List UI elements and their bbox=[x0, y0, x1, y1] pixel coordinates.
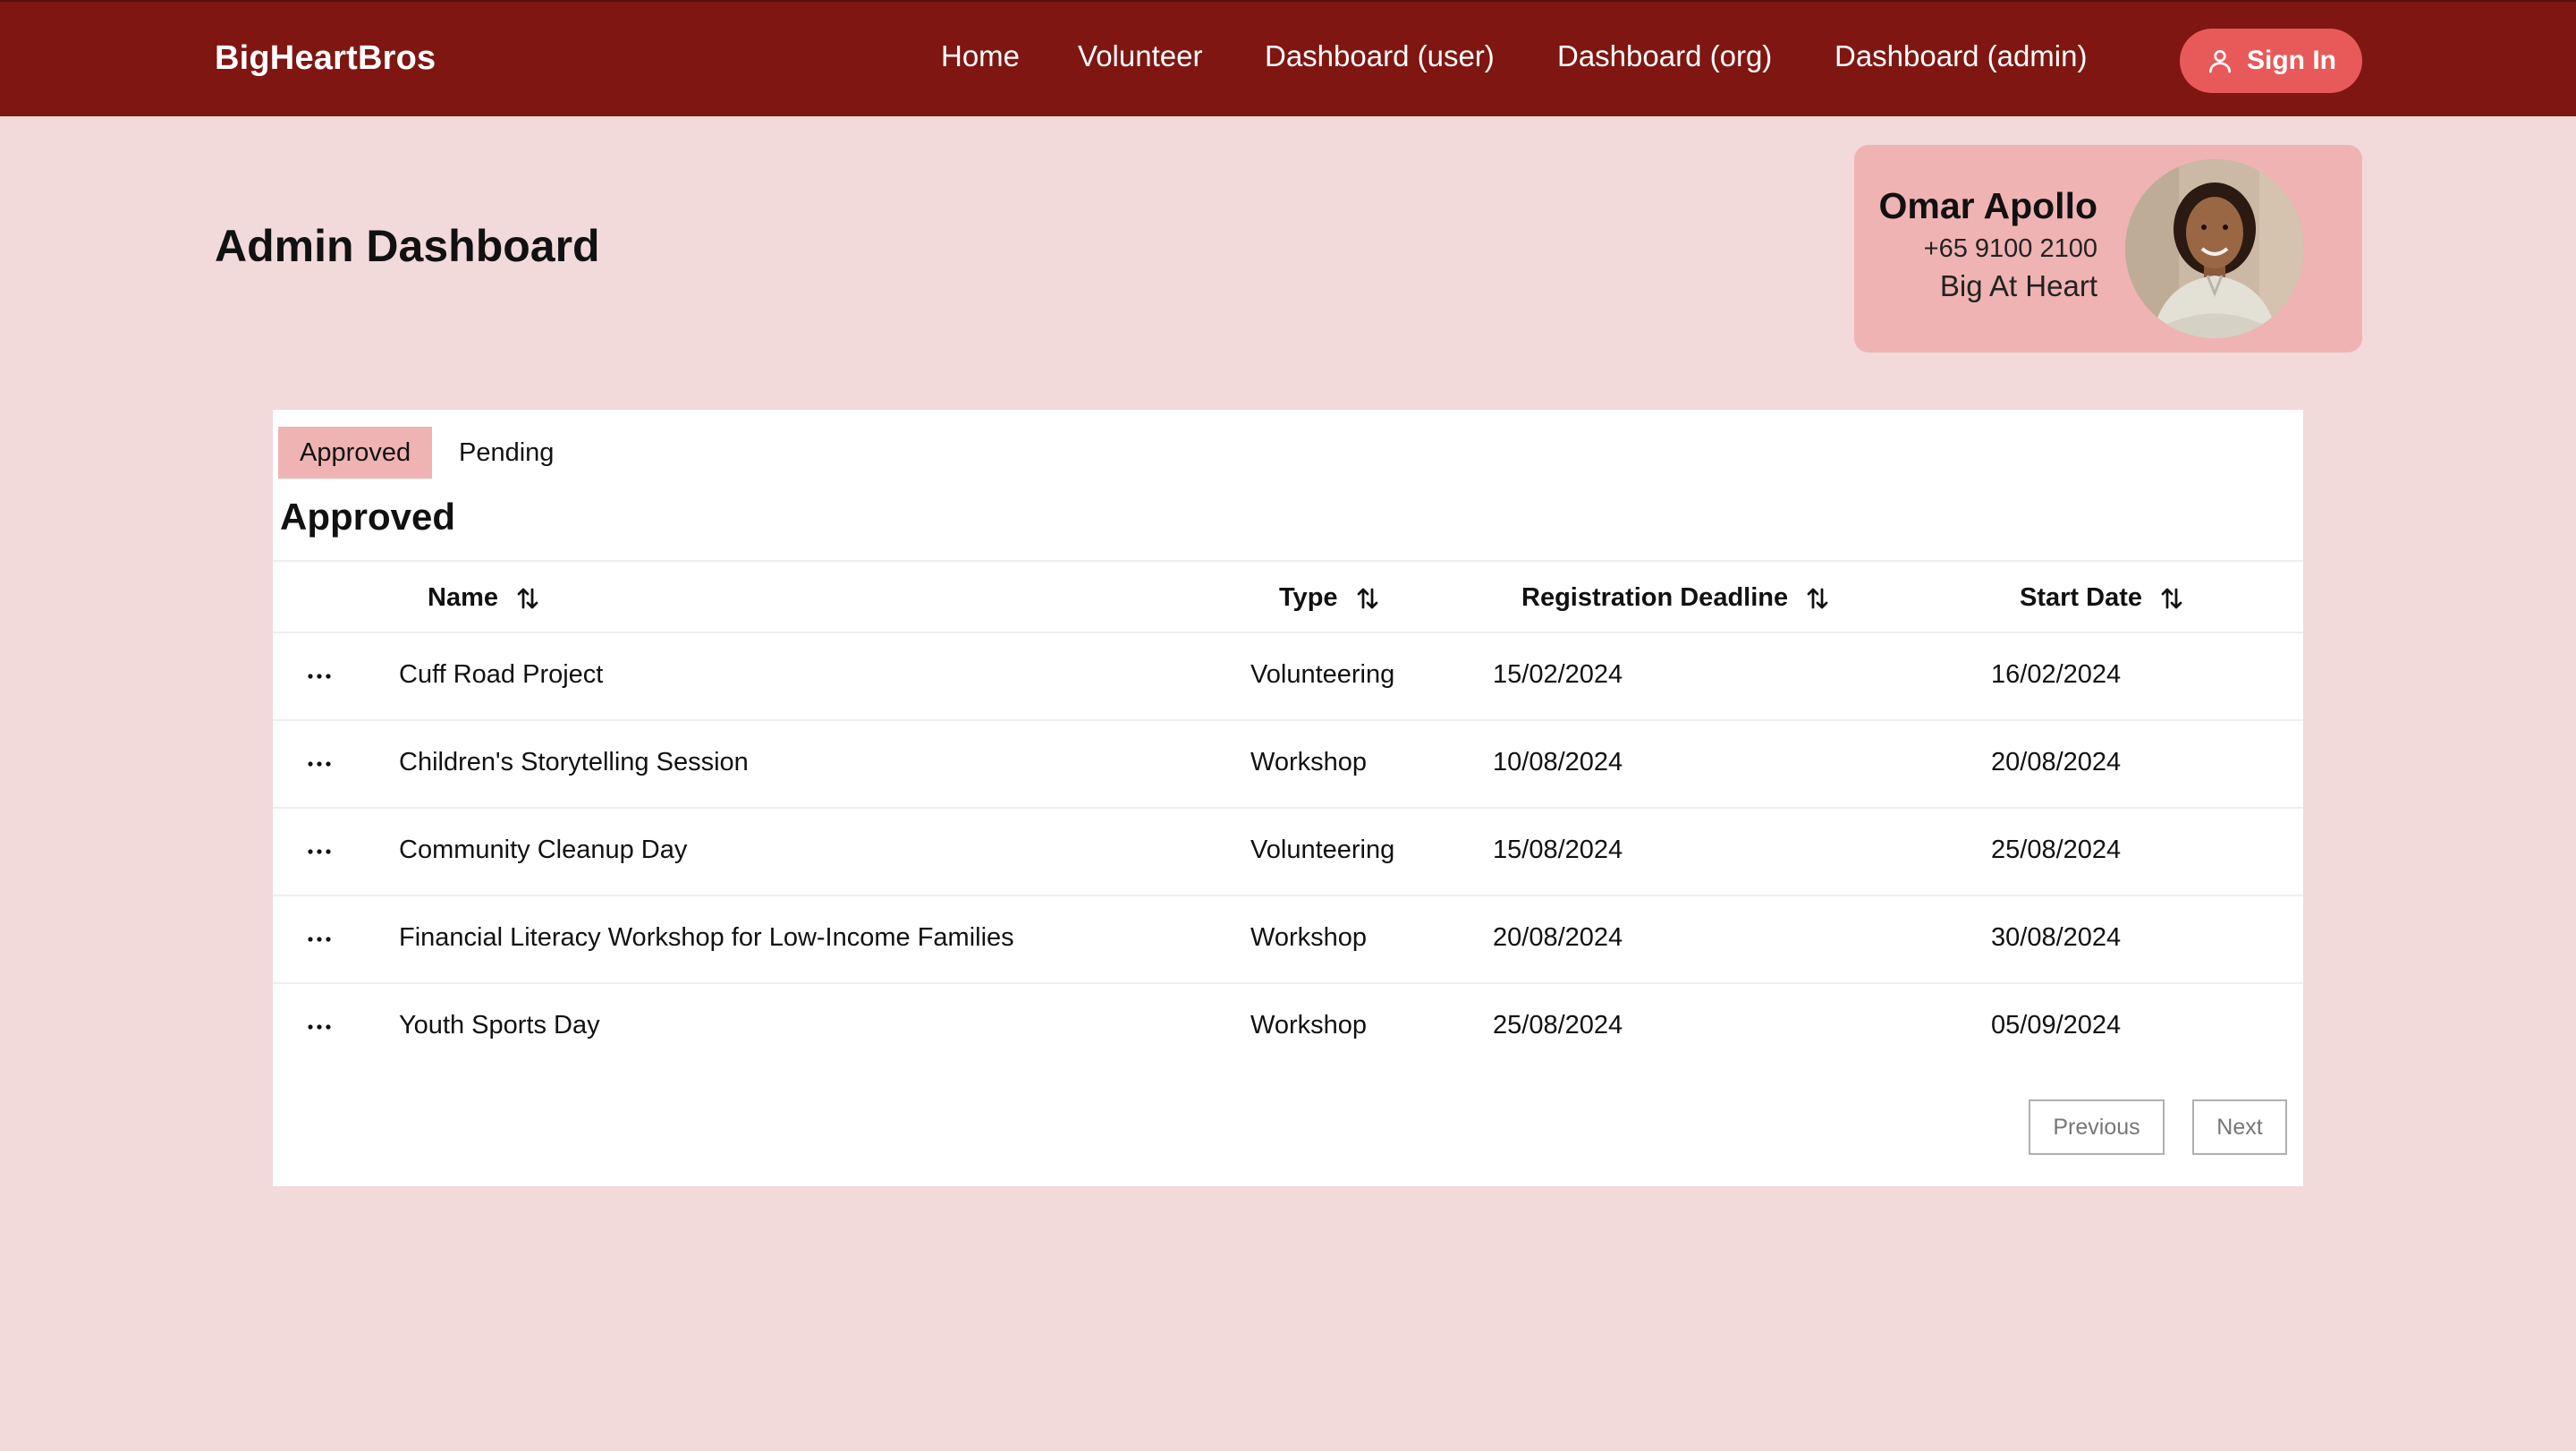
sort-icon bbox=[517, 588, 538, 608]
cell-start-date: 05/09/2024 bbox=[1991, 1011, 2122, 1039]
section-title: Approved bbox=[280, 496, 456, 538]
cell-deadline: 15/02/2024 bbox=[1493, 660, 1623, 689]
cell-start-date: 16/02/2024 bbox=[1991, 660, 2122, 689]
top-navbar: BigHeartBros Home Volunteer Dashboard (u… bbox=[0, 0, 2576, 116]
row-actions-icon[interactable] bbox=[301, 923, 337, 955]
tab-approved[interactable]: Approved bbox=[278, 427, 433, 479]
sign-in-button[interactable]: Sign In bbox=[2180, 29, 2362, 93]
page-title: Admin Dashboard bbox=[215, 221, 600, 271]
brand-logo[interactable]: BigHeartBros bbox=[215, 39, 436, 78]
cell-type: Workshop bbox=[1250, 1011, 1368, 1039]
column-header-registration-deadline[interactable]: Registration Deadline bbox=[1521, 583, 1831, 613]
nav-link-dashboard-admin[interactable]: Dashboard (admin) bbox=[1835, 39, 2087, 73]
previous-page-button[interactable]: Previous bbox=[2029, 1099, 2165, 1155]
column-header-start-date-label: Start Date bbox=[2020, 583, 2142, 612]
nav-link-home[interactable]: Home bbox=[941, 39, 1020, 73]
table-row: Youth Sports Day Workshop 25/08/2024 05/… bbox=[273, 984, 2303, 1072]
column-header-type[interactable]: Type bbox=[1279, 583, 1381, 613]
profile-org: Big At Heart bbox=[1939, 269, 2097, 302]
nav-link-dashboard-user[interactable]: Dashboard (user) bbox=[1265, 39, 1495, 73]
cell-name: Financial Literacy Workshop for Low-Inco… bbox=[399, 923, 1014, 952]
avatar bbox=[2125, 159, 2304, 338]
row-actions-icon[interactable] bbox=[301, 1011, 337, 1043]
row-actions-icon[interactable] bbox=[301, 748, 337, 780]
sort-icon bbox=[1807, 588, 1828, 608]
table-row: Cuff Road Project Volunteering 15/02/202… bbox=[273, 633, 2303, 721]
cell-name: Youth Sports Day bbox=[399, 1011, 600, 1039]
cell-type: Workshop bbox=[1250, 748, 1368, 776]
profile-name: Omar Apollo bbox=[1878, 185, 2098, 226]
events-panel: Approved Pending Approved Name Type Regi… bbox=[273, 410, 2303, 1186]
cell-name: Children's Storytelling Session bbox=[399, 748, 749, 776]
cell-name: Community Cleanup Day bbox=[399, 836, 688, 864]
cell-deadline: 25/08/2024 bbox=[1493, 1011, 1623, 1039]
row-actions-icon[interactable] bbox=[301, 660, 337, 692]
cell-deadline: 15/08/2024 bbox=[1493, 836, 1623, 864]
sort-icon bbox=[1357, 588, 1377, 608]
cell-start-date: 20/08/2024 bbox=[1991, 748, 2122, 776]
nav-link-dashboard-org[interactable]: Dashboard (org) bbox=[1557, 39, 1772, 73]
table-row: Children's Storytelling Session Workshop… bbox=[273, 721, 2303, 809]
profile-phone: +65 9100 2100 bbox=[1923, 234, 2097, 263]
table-row: Community Cleanup Day Volunteering 15/08… bbox=[273, 809, 2303, 896]
column-header-type-label: Type bbox=[1279, 583, 1338, 612]
cell-type: Workshop bbox=[1250, 923, 1368, 952]
column-header-name[interactable]: Name bbox=[428, 583, 541, 613]
column-header-registration-deadline-label: Registration Deadline bbox=[1521, 583, 1789, 612]
next-page-button[interactable]: Next bbox=[2192, 1099, 2287, 1155]
row-actions-icon[interactable] bbox=[301, 836, 337, 868]
column-header-start-date[interactable]: Start Date bbox=[2020, 583, 2185, 613]
column-header-name-label: Name bbox=[428, 583, 498, 612]
table-header: Name Type Registration Deadline Start Da… bbox=[273, 560, 2303, 633]
cell-deadline: 10/08/2024 bbox=[1493, 748, 1623, 776]
cell-name: Cuff Road Project bbox=[399, 660, 604, 689]
profile-card: Omar Apollo +65 9100 2100 Big At Heart bbox=[1854, 145, 2362, 352]
cell-start-date: 30/08/2024 bbox=[1991, 923, 2122, 952]
cell-type: Volunteering bbox=[1250, 660, 1395, 689]
table-row: Financial Literacy Workshop for Low-Inco… bbox=[273, 896, 2303, 984]
user-icon bbox=[2209, 50, 2231, 73]
tab-pending[interactable]: Pending bbox=[437, 427, 575, 479]
sign-in-label: Sign In bbox=[2247, 46, 2336, 75]
nav-link-volunteer[interactable]: Volunteer bbox=[1078, 39, 1202, 73]
cell-start-date: 25/08/2024 bbox=[1991, 836, 2122, 864]
sort-icon bbox=[2161, 588, 2182, 608]
cell-deadline: 20/08/2024 bbox=[1493, 923, 1623, 952]
cell-type: Volunteering bbox=[1250, 836, 1395, 864]
